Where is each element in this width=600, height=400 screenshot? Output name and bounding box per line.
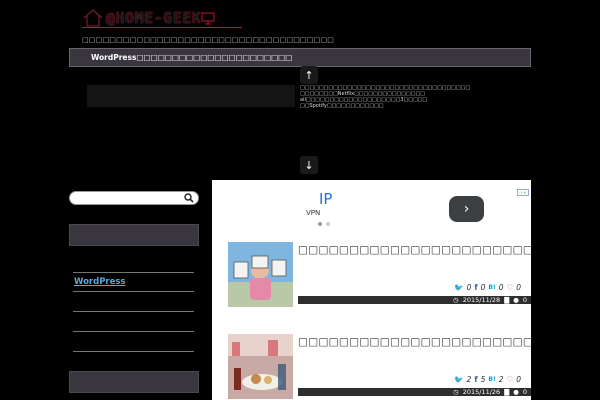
sidebar-divider	[73, 311, 194, 312]
twitter-count: 2	[466, 375, 472, 384]
twitter-count: 0	[466, 283, 472, 292]
post-date: 2015/11/28	[462, 296, 501, 304]
house-icon	[83, 8, 103, 27]
share-counts: 🐦 2 f5 B! 2 ♡ 0	[454, 375, 521, 384]
comment-count[interactable]: 0	[523, 296, 527, 304]
clock-icon: ◷	[453, 388, 459, 396]
main-content: IP VPN › ▷✕ □□□□□□□□□□□□□□□□□□□□□□□□□□□□…	[212, 180, 531, 400]
ad-title[interactable]: IP	[319, 190, 332, 208]
pickup-text: WordPress□□□□□□□□□□□□□□□□□□□□□□	[91, 53, 293, 62]
ad-subtitle: VPN	[306, 209, 321, 217]
sidebar-widget-header	[69, 224, 199, 246]
post-thumbnail[interactable]	[228, 242, 293, 307]
post-meta: ◷ 2015/11/28 ▇ ● 0	[298, 296, 531, 304]
facebook-count: 0	[480, 283, 486, 292]
arrow-up-icon: ↑	[304, 68, 314, 82]
search-icon[interactable]	[184, 193, 194, 203]
hatena-count: 2	[498, 375, 504, 384]
sidebar-item-wordpress[interactable]: WordPress	[74, 277, 126, 287]
folder-icon[interactable]: ▇	[504, 388, 509, 396]
comment-count[interactable]: 0	[523, 388, 527, 396]
folder-icon[interactable]: ▇	[504, 296, 509, 304]
ad-banner[interactable]: IP VPN › ▷✕	[212, 180, 531, 240]
post-thumbnail[interactable]	[228, 334, 293, 399]
pickup-bar[interactable]: WordPress□□□□□□□□□□□□□□□□□□□□□□	[69, 48, 531, 67]
ad-next-button[interactable]: ›	[449, 196, 484, 222]
twitter-icon[interactable]: 🐦	[454, 283, 463, 292]
post-title[interactable]: □□□□□□□□□□□□□□□□□□□□□□□□□□□□□□□□□□□□□□□□	[298, 336, 531, 348]
hatena-count: 0	[498, 283, 504, 292]
sidebar-widget-header	[69, 371, 199, 393]
thumbnail-image	[228, 242, 293, 307]
pocket-icon[interactable]: ♡	[506, 375, 513, 384]
ticker-down-button[interactable]: ↓	[300, 156, 318, 174]
pocket-count: 0	[516, 375, 521, 384]
ad-choices-icon[interactable]: ▷✕	[517, 189, 529, 196]
sidebar-divider	[73, 272, 194, 273]
sidebar-divider	[73, 331, 194, 332]
post-title[interactable]: □□□□□□□□□□□□□□□□□□□□□□□□□□□□□□□□□□□□□□□□…	[298, 244, 531, 256]
news-ticker[interactable]: □□□□□□□□□□□□□□□□□□□□□□□□□□□□□□□□□□□□ □□□…	[300, 85, 470, 109]
logo-text: @HOME-GEEK	[106, 9, 202, 27]
post-meta: ◷ 2015/11/26 ▇ ● 0	[298, 388, 531, 396]
ticker-up-button[interactable]: ↑	[300, 66, 318, 84]
facebook-icon[interactable]: f	[474, 283, 477, 292]
comment-icon: ●	[513, 296, 519, 304]
facebook-count: 5	[480, 375, 486, 384]
arrow-down-icon: ↓	[304, 158, 314, 172]
search-input[interactable]	[69, 191, 199, 205]
clock-icon: ◷	[453, 296, 459, 304]
facebook-icon[interactable]: f	[474, 375, 477, 384]
post-card[interactable]: □□□□□□□□□□□□□□□□□□□□□□□□□□□□□□□□□□□□□□□□…	[228, 242, 531, 310]
site-tagline: □□□□□□□□□□□□□□□□□□□□□□□□□□□□□□□□□□□□□	[82, 36, 335, 44]
share-counts: 🐦 0 f0 B! 0 ♡ 0	[454, 283, 521, 292]
ticker-panel	[87, 85, 295, 107]
ad-pagination[interactable]	[318, 222, 330, 226]
monitor-icon	[201, 12, 215, 25]
pocket-icon[interactable]: ♡	[506, 283, 513, 292]
post-card[interactable]: □□□□□□□□□□□□□□□□□□□□□□□□□□□□□□□□□□□□□□□□…	[228, 334, 531, 400]
post-date: 2015/11/26	[462, 388, 501, 396]
pocket-count: 0	[516, 283, 521, 292]
ticker-line[interactable]: □□Spotify□□□□□□□□□□□□	[300, 103, 470, 109]
ad-pagination-dot[interactable]	[326, 222, 330, 226]
twitter-icon[interactable]: 🐦	[454, 375, 463, 384]
ad-pagination-dot[interactable]	[318, 222, 322, 226]
sidebar-divider	[73, 291, 194, 292]
hatena-icon[interactable]: B!	[488, 284, 495, 291]
logo-underline	[82, 27, 242, 28]
hatena-icon[interactable]: B!	[488, 376, 495, 383]
comment-icon: ●	[513, 388, 519, 396]
sidebar-divider	[73, 351, 194, 352]
thumbnail-image	[228, 334, 293, 399]
chevron-right-icon: ›	[463, 201, 470, 217]
